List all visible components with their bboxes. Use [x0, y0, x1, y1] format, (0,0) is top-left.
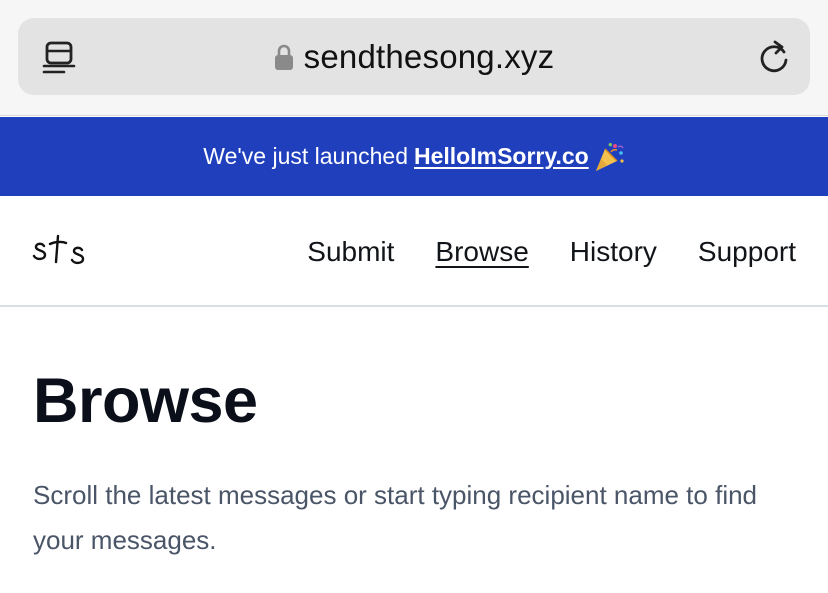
address-bar[interactable]: sendthesong.xyz [18, 18, 810, 95]
nav-link-browse[interactable]: Browse [435, 236, 528, 268]
reload-icon[interactable] [756, 38, 792, 76]
nav-links: Submit Browse History Support [307, 196, 796, 307]
page-description: Scroll the latest messages or start typi… [33, 480, 758, 555]
main-content: Browse Scroll the latest messages or sta… [33, 370, 803, 563]
url-text: sendthesong.xyz [303, 37, 555, 75]
page-title: Browse [33, 366, 258, 436]
banner-link[interactable]: HelloImSorry.co [414, 143, 589, 170]
nav-link-history[interactable]: History [570, 236, 657, 268]
site-header: Submit Browse History Support [0, 196, 828, 307]
banner-text: We've just launched [203, 143, 408, 169]
lock-icon [274, 44, 293, 70]
announcement-banner: We've just launched HelloImSorry.co [0, 117, 828, 196]
browser-chrome: sendthesong.xyz [0, 0, 828, 116]
sts-logo[interactable] [32, 230, 90, 270]
nav-link-submit[interactable]: Submit [307, 236, 394, 268]
nav-link-support[interactable]: Support [698, 236, 796, 268]
party-popper-icon [595, 142, 624, 171]
url-display[interactable]: sendthesong.xyz [18, 18, 810, 95]
